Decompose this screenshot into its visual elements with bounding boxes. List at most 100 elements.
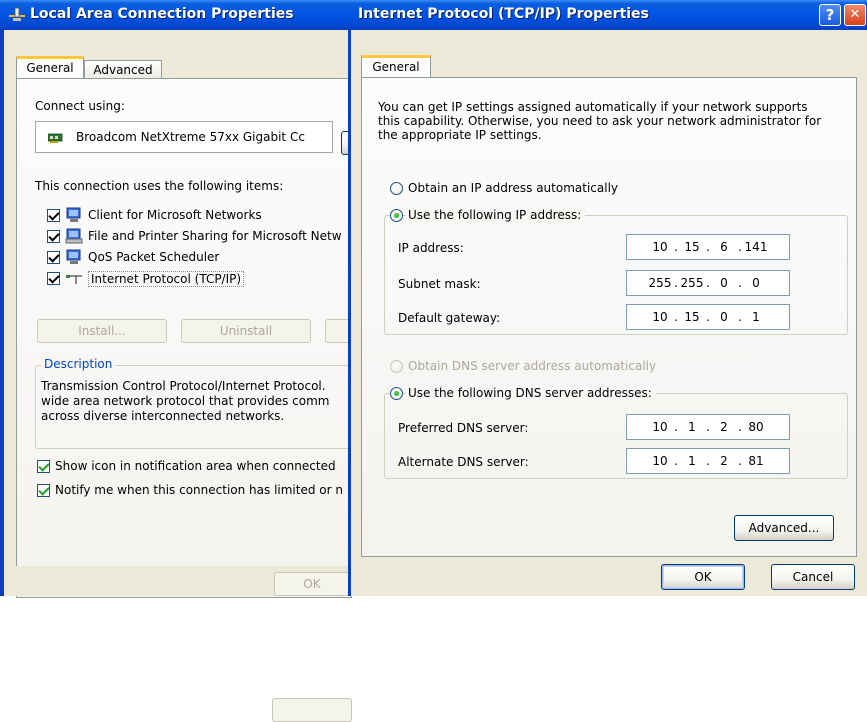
right-titlebar[interactable]: Internet Protocol (TCP/IP) Properties ? … bbox=[348, 0, 867, 30]
ip-octet: 2 bbox=[720, 420, 728, 434]
ip-octet: 0 bbox=[720, 310, 728, 324]
left-titlebar[interactable]: Local Area Connection Properties bbox=[0, 0, 352, 30]
obtain-ip-label: Obtain an IP address automatically bbox=[408, 181, 619, 195]
uninstall-button[interactable]: Uninstall bbox=[181, 319, 311, 343]
alternate-dns-label: Alternate DNS server: bbox=[398, 455, 529, 469]
help-icon: ? bbox=[825, 6, 835, 24]
ip-octet: 141 bbox=[744, 240, 768, 254]
ip-octet: 15 bbox=[684, 310, 700, 324]
cancel-button-label: Cancel bbox=[792, 570, 834, 584]
item-label: Internet Protocol (TCP/IP) bbox=[88, 271, 245, 287]
advanced-button[interactable]: Advanced... bbox=[734, 515, 834, 541]
intro-line-2: this capability. Otherwise, you need to … bbox=[378, 114, 822, 128]
list-item[interactable]: File and Printer Sharing for Microsoft N… bbox=[35, 228, 351, 248]
ip-octet: 10 bbox=[652, 420, 668, 434]
obtain-dns-label: Obtain DNS server address automatically bbox=[408, 359, 657, 373]
ip-address-label: IP address: bbox=[398, 241, 464, 255]
subnet-mask-label: Subnet mask: bbox=[398, 277, 481, 291]
ip-address-value: 10. 15. 6. 141 bbox=[633, 240, 783, 254]
list-item[interactable]: Internet Protocol (TCP/IP) bbox=[35, 270, 351, 290]
item-checkbox[interactable] bbox=[47, 230, 60, 243]
qos-scheduler-icon bbox=[65, 249, 83, 265]
protocol-icon bbox=[65, 272, 83, 286]
close-icon: ✕ bbox=[849, 7, 861, 22]
ip-octet: 0 bbox=[720, 276, 728, 290]
use-ip-radio[interactable] bbox=[390, 209, 403, 222]
tab-general-left[interactable]: General bbox=[16, 56, 84, 80]
right-tab-panel: You can get IP settings assigned automat… bbox=[361, 77, 857, 557]
use-ip-label: Use the following IP address: bbox=[406, 208, 586, 222]
preferred-dns-value: 10. 1. 2. 80 bbox=[633, 420, 783, 434]
items-list[interactable]: Client for Microsoft Networks File and P… bbox=[35, 199, 351, 299]
item-checkbox[interactable] bbox=[47, 209, 60, 222]
items-label: This connection uses the following items… bbox=[35, 179, 284, 193]
item-label: File and Printer Sharing for Microsoft N… bbox=[88, 229, 342, 243]
left-window-title: Local Area Connection Properties bbox=[30, 6, 294, 22]
ip-octet: 81 bbox=[748, 454, 764, 468]
ip-octet: 2 bbox=[720, 454, 728, 468]
item-checkbox[interactable] bbox=[47, 251, 60, 264]
install-button-label: Install... bbox=[78, 324, 126, 338]
description-line-2: wide area network protocol that provides… bbox=[41, 394, 330, 408]
left-window: Local Area Connection Properties General… bbox=[0, 0, 367, 722]
item-checkbox[interactable] bbox=[47, 272, 60, 285]
ip-octet: 0 bbox=[752, 276, 760, 290]
connect-using-label: Connect using: bbox=[35, 99, 125, 113]
description-label: Description bbox=[41, 357, 116, 371]
left-ok-label: OK bbox=[303, 577, 321, 591]
notify-checkbox[interactable] bbox=[37, 484, 50, 497]
list-item[interactable]: QoS Packet Scheduler bbox=[35, 249, 351, 269]
tab-general-left-label: General bbox=[26, 61, 74, 75]
list-item[interactable]: Client for Microsoft Networks bbox=[35, 207, 351, 227]
left-ok-button[interactable] bbox=[272, 698, 352, 722]
install-button[interactable]: Install... bbox=[37, 319, 167, 343]
left-ok-button[interactable]: OK bbox=[274, 572, 350, 596]
close-button[interactable]: ✕ bbox=[844, 4, 866, 26]
intro-line-3: the appropriate IP settings. bbox=[378, 128, 542, 142]
subnet-mask-field[interactable]: 255. 255. 0. 0 bbox=[626, 270, 790, 296]
tab-general-right-label: General bbox=[372, 60, 420, 74]
tab-advanced-left-label: Advanced bbox=[93, 63, 153, 77]
advanced-button-label: Advanced... bbox=[748, 521, 820, 535]
subnet-mask-value: 255. 255. 0. 0 bbox=[633, 276, 783, 290]
adapter-name: Broadcom NetXtreme 57xx Gigabit Cc bbox=[76, 130, 305, 144]
use-dns-label: Use the following DNS server addresses: bbox=[406, 386, 656, 400]
network-connection-icon bbox=[8, 6, 26, 22]
show-icon-checkbox[interactable] bbox=[37, 460, 50, 473]
ip-octet: 6 bbox=[720, 240, 728, 254]
adapter-box: Broadcom NetXtreme 57xx Gigabit Cc bbox=[35, 121, 333, 153]
intro-line-1: You can get IP settings assigned automat… bbox=[378, 100, 808, 114]
alternate-dns-field[interactable]: 10. 1. 2. 81 bbox=[626, 448, 790, 474]
use-dns-radio[interactable] bbox=[390, 387, 403, 400]
cancel-button[interactable]: Cancel bbox=[771, 564, 855, 590]
tab-advanced-left[interactable]: Advanced bbox=[84, 60, 162, 79]
item-label: QoS Packet Scheduler bbox=[88, 250, 220, 264]
right-client: General You can get IP settings assigned… bbox=[351, 30, 867, 596]
ip-octet: 10 bbox=[652, 310, 668, 324]
ip-octet: 80 bbox=[748, 420, 764, 434]
notify-label: Notify me when this connection has limit… bbox=[55, 483, 343, 497]
right-window: Internet Protocol (TCP/IP) Properties ? … bbox=[348, 0, 867, 596]
ip-octet: 15 bbox=[684, 240, 700, 254]
default-gateway-label: Default gateway: bbox=[398, 311, 501, 325]
left-tab-panel: Connect using: Broadcom NetXtreme 57xx G… bbox=[16, 78, 367, 598]
left-client: General Advanced Connect using: Broadcom… bbox=[4, 30, 367, 722]
description-line-1: Transmission Control Protocol/Internet P… bbox=[41, 379, 326, 393]
ip-octet: 1 bbox=[688, 420, 696, 434]
obtain-dns-radio[interactable] bbox=[390, 360, 403, 373]
ip-octet: 10 bbox=[652, 240, 668, 254]
ip-address-field[interactable]: 10. 15. 6. 141 bbox=[626, 234, 790, 260]
ip-octet: 255 bbox=[648, 276, 672, 290]
alternate-dns-value: 10. 1. 2. 81 bbox=[633, 454, 783, 468]
right-ok-button[interactable]: OK bbox=[661, 564, 745, 590]
default-gateway-field[interactable]: 10. 15. 0. 1 bbox=[626, 304, 790, 330]
uninstall-button-label: Uninstall bbox=[219, 324, 273, 338]
preferred-dns-field[interactable]: 10. 1. 2. 80 bbox=[626, 414, 790, 440]
help-button[interactable]: ? bbox=[819, 4, 841, 26]
file-sharing-icon bbox=[65, 228, 83, 244]
description-line-3: across diverse interconnected networks. bbox=[41, 409, 285, 423]
ip-octet: 1 bbox=[688, 454, 696, 468]
tab-general-right[interactable]: General bbox=[361, 55, 431, 79]
obtain-ip-radio[interactable] bbox=[390, 182, 403, 195]
default-gateway-value: 10. 15. 0. 1 bbox=[633, 310, 783, 324]
